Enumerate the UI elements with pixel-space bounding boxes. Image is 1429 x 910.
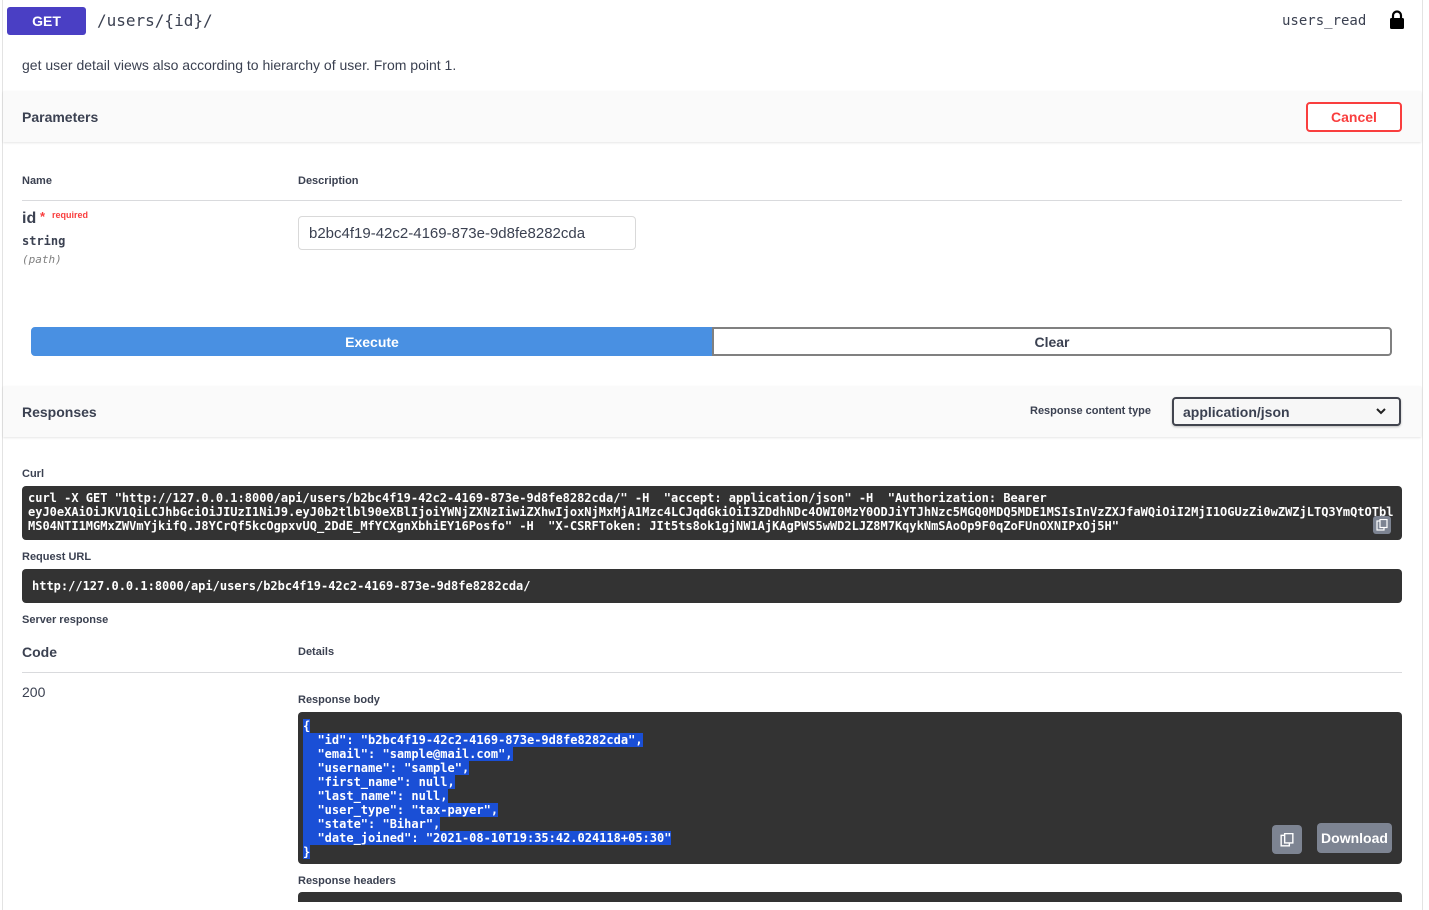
curl-line: MS04NTI1MGMxZWVmYjkifQ.J8YCrQf5kcOgpxvUQ… [28,519,1119,533]
json-line-text: { [303,719,311,733]
lock-icon[interactable] [1389,10,1405,30]
copy-curl-button[interactable] [1373,516,1391,534]
json-line-text: "first_name": null, [303,775,455,789]
id-input[interactable] [298,216,636,250]
json-line: } [303,845,1397,859]
json-line-text: "last_name": null, [303,789,448,803]
parameters-header [3,91,1421,142]
download-button[interactable]: Download [1317,823,1392,853]
column-header-description: Description [298,175,359,187]
clear-button[interactable]: Clear [712,327,1392,356]
required-label: required [52,210,89,220]
curl-line: eyJ0eXAiOiJKV1QiLCJhbGciOiJIUzI1NiJ9.eyJ… [28,505,1394,519]
auth-scope: users_read [1282,13,1367,29]
divider [22,672,1402,673]
request-url-label: Request URL [22,551,92,563]
responses-title: Responses [22,404,97,420]
json-line-text: "user_type": "tax-payer", [303,803,499,817]
json-line: "username": "sample", [303,761,1397,775]
response-headers-box[interactable] [298,892,1402,902]
json-line: "id": "b2bc4f19-42c2-4169-873e-9d8fe8282… [303,733,1397,747]
http-method-badge: GET [7,7,86,35]
chevron-down-icon [1376,408,1386,415]
required-star: * [40,209,46,224]
json-line: "last_name": null, [303,789,1397,803]
code-header: Code [22,644,57,660]
curl-command[interactable]: curl -X GET "http://127.0.0.1:8000/api/u… [22,486,1402,540]
json-line-text: "date_joined": "2021-08-10T19:35:42.0241… [303,831,672,845]
request-url[interactable]: http://127.0.0.1:8000/api/users/b2bc4f19… [22,569,1402,603]
selected-content-type: application/json [1183,403,1290,420]
json-line-text: "email": "sample@mail.com", [303,747,513,761]
json-line-text: "state": "Bihar", [303,817,441,831]
param-type: string [22,234,66,248]
column-header-name: Name [22,175,52,187]
details-header: Details [298,646,335,658]
status-code: 200 [22,684,46,700]
json-line: "user_type": "tax-payer", [303,803,1397,817]
divider [22,200,1402,201]
operation-summary: get user detail views also according to … [22,57,457,73]
parameters-title: Parameters [22,109,99,125]
param-name: id [22,210,37,227]
response-body-label: Response body [298,694,380,706]
json-line: { [303,719,1397,733]
json-line: "first_name": null, [303,775,1397,789]
endpoint-path: /users/{id}/ [97,11,213,30]
execute-button[interactable]: Execute [31,327,713,356]
curl-line: curl -X GET "http://127.0.0.1:8000/api/u… [28,491,1047,505]
param-location: (path) [22,253,62,266]
response-content-type-select[interactable]: application/json [1172,397,1401,426]
curl-label: Curl [22,468,44,480]
json-line-text: "username": "sample", [303,761,470,775]
response-body[interactable]: { "id": "b2bc4f19-42c2-4169-873e-9d8fe82… [298,712,1402,864]
json-line: "date_joined": "2021-08-10T19:35:42.0241… [303,831,1397,845]
copy-icon [1280,832,1294,847]
copy-icon [1376,519,1388,531]
json-line-text: "id": "b2bc4f19-42c2-4169-873e-9d8fe8282… [303,733,643,747]
copy-response-button[interactable] [1272,825,1302,854]
json-line: "email": "sample@mail.com", [303,747,1397,761]
response-headers-label: Response headers [298,875,396,887]
server-response-label: Server response [22,614,109,626]
cancel-button[interactable]: Cancel [1306,102,1402,132]
json-line: "state": "Bihar", [303,817,1397,831]
response-content-type-label: Response content type [1030,405,1152,417]
json-line-text: } [303,845,311,859]
